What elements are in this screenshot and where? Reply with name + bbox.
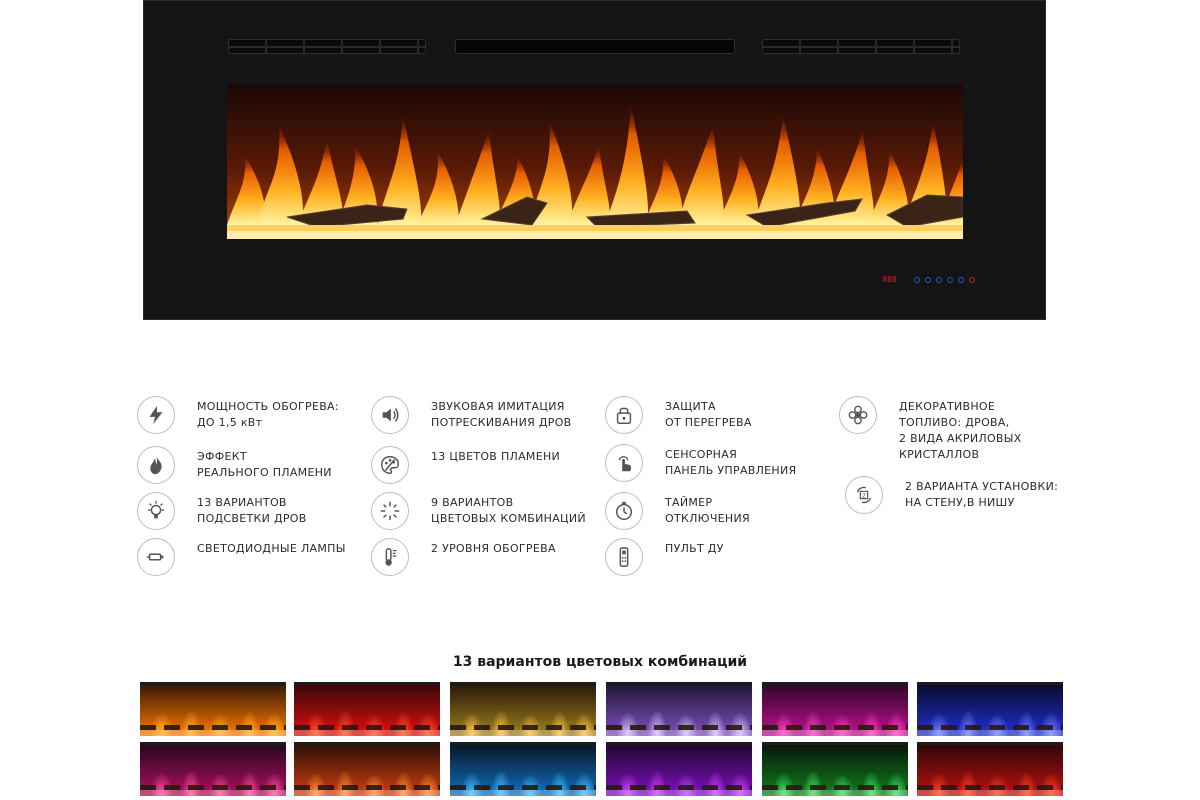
heater-icon	[969, 276, 975, 283]
color-variant-thumbnail	[294, 682, 440, 736]
two-options-icon: 2	[845, 476, 883, 514]
touch-icon	[605, 444, 643, 482]
color-variant-thumbnail	[294, 742, 440, 796]
crystal-bed	[450, 730, 596, 736]
led-display: 888	[882, 275, 897, 284]
feature-overheat-protection: ЗАЩИТА ОТ ПЕРЕГРЕВА	[605, 396, 752, 434]
color-variant-thumbnail	[450, 742, 596, 796]
feature-installation-options: 2 2 ВАРИАНТА УСТАНОВКИ: НА СТЕНУ,В НИШУ	[845, 476, 1058, 514]
burst-icon	[371, 492, 409, 530]
color-variant-thumbnail	[762, 682, 908, 736]
air-vent-left	[228, 39, 426, 54]
flame-color-icon	[936, 276, 942, 283]
power-icon	[914, 276, 920, 283]
remote-icon	[605, 538, 643, 576]
crystal-bed	[762, 790, 908, 796]
color-variant-thumbnail	[917, 742, 1063, 796]
crystal-bed	[450, 790, 596, 796]
feature-led-lamps: СВЕТОДИОДНЫЕ ЛАМПЫ	[137, 538, 346, 576]
lightning-icon	[137, 396, 175, 434]
flame-icon	[137, 446, 175, 484]
led-lamp-icon	[137, 538, 175, 576]
feature-color-combinations: 9 ВАРИАНТОВ ЦВЕТОВЫХ КОМБИНАЦИЙ	[371, 492, 586, 530]
feature-log-lighting: 13 ВАРИАНТОВ ПОДСВЕТКИ ДРОВ	[137, 492, 307, 530]
fireplace-image: 888	[143, 0, 1046, 320]
color-variant-thumbnail	[450, 682, 596, 736]
crystal-bed	[140, 730, 286, 736]
air-vent-right	[762, 39, 960, 54]
thermometer-icon	[371, 538, 409, 576]
feature-heating-levels: 2 УРОВНЯ ОБОГРЕВА	[371, 538, 556, 576]
flower-icon	[839, 396, 877, 434]
crystal-bed	[294, 730, 440, 736]
palette-icon	[371, 446, 409, 484]
flame-window	[227, 85, 963, 239]
color-variant-thumbnail	[140, 742, 286, 796]
bulb-icon	[137, 492, 175, 530]
color-variant-thumbnail	[140, 682, 286, 736]
crystal-bed	[917, 730, 1063, 736]
feature-remote-control: ПУЛЬТ ДУ	[605, 538, 724, 576]
touch-control-panel: 888	[883, 275, 975, 284]
feature-touch-panel: СЕНСОРНАЯ ПАНЕЛЬ УПРАВЛЕНИЯ	[605, 444, 796, 482]
speaker-icon	[371, 396, 409, 434]
crystal-bed	[294, 790, 440, 796]
timer-icon	[925, 276, 931, 283]
crystal-bed	[140, 790, 286, 796]
flame-icon	[958, 276, 964, 283]
heat-icon	[947, 276, 953, 283]
feature-real-flame: ЭФФЕКТ РЕАЛЬНОГО ПЛАМЕНИ	[137, 446, 332, 484]
color-variant-thumbnail	[606, 742, 752, 796]
feature-crackling-sound: ЗВУКОВАЯ ИМИТАЦИЯ ПОТРЕСКИВАНИЯ ДРОВ	[371, 396, 572, 434]
flame-illustration	[227, 85, 963, 239]
lock-icon	[605, 396, 643, 434]
variants-title: 13 вариантов цветовых комбинаций	[452, 654, 748, 670]
feature-flame-colors: 13 ЦВЕТОВ ПЛАМЕНИ	[371, 446, 560, 484]
color-variant-thumbnail	[917, 682, 1063, 736]
crystal-bed	[606, 730, 752, 736]
color-variant-thumbnail	[606, 682, 752, 736]
crystal-bed	[762, 730, 908, 736]
stopwatch-icon	[605, 492, 643, 530]
crystal-bed	[917, 790, 1063, 796]
feature-decorative-fuel: ДЕКОРАТИВНОЕ ТОПЛИВО: ДРОВА, 2 ВИДА АКРИЛО…	[839, 396, 1022, 463]
svg-text:2: 2	[862, 491, 866, 499]
air-vent-center	[455, 39, 735, 54]
feature-heating-power: МОЩНОСТЬ ОБОГРЕВА: ДО 1,5 кВт	[137, 396, 339, 434]
crystal-bed	[606, 790, 752, 796]
feature-shutdown-timer: ТАЙМЕР ОТКЛЮЧЕНИЯ	[605, 492, 750, 530]
color-variant-thumbnail	[762, 742, 908, 796]
